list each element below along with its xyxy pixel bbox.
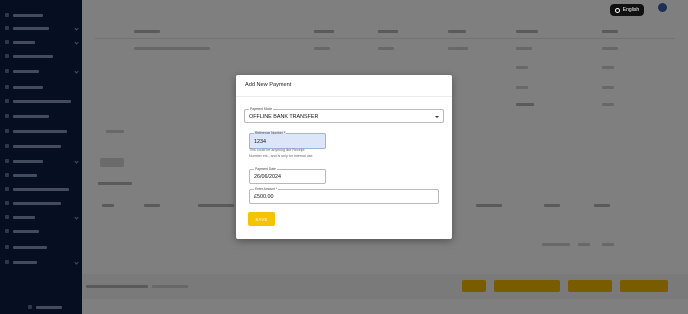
dialog-title: Add New Payment	[245, 82, 292, 88]
reference-number-label: Reference Number *	[254, 131, 287, 135]
caret-down-icon	[435, 116, 439, 118]
amount-label: Enter Amount *	[254, 187, 279, 191]
payment-mode-select[interactable]: Payment Mode OFFLINE BANK TRANSFER	[244, 107, 444, 123]
language-switcher[interactable]: English	[610, 4, 644, 16]
payment-mode-value: OFFLINE BANK TRANSFER	[249, 114, 319, 120]
amount-field[interactable]: Enter Amount * £500.00	[249, 187, 439, 204]
payment-date-field[interactable]: Payment Date 26/06/2024	[249, 167, 326, 184]
reference-helper-text: This could be anything like Receipt Numb…	[249, 148, 339, 159]
divider	[236, 96, 452, 97]
payment-date-value: 26/06/2024	[254, 174, 281, 180]
language-label: English	[622, 7, 640, 13]
globe-icon	[614, 7, 620, 13]
payment-date-label: Payment Date	[254, 167, 277, 171]
reference-number-field[interactable]: Reference Number * 1234	[249, 131, 326, 149]
helper-line: Number etc., and is only for internal us…	[249, 153, 313, 158]
amount-value: £500.00	[254, 194, 274, 200]
save-button[interactable]: SAVE	[248, 212, 275, 226]
payment-mode-label: Payment Mode	[249, 107, 274, 111]
reference-number-value: 1234	[254, 139, 266, 145]
